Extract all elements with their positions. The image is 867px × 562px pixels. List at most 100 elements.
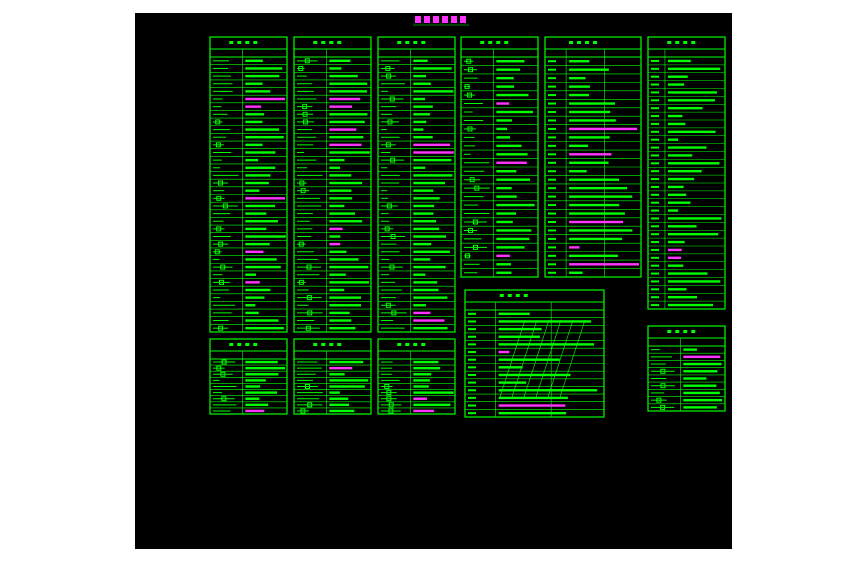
description-glyph <box>245 113 264 116</box>
description-glyph <box>667 232 719 236</box>
description-glyph <box>496 76 514 80</box>
header-glyph <box>245 343 250 346</box>
description-glyph <box>569 85 590 88</box>
description-glyph <box>329 319 352 322</box>
code-glyph <box>651 83 659 86</box>
code-glyph <box>651 107 659 110</box>
header-glyph <box>504 41 509 44</box>
legend-panels <box>209 36 726 418</box>
description-glyph <box>329 136 364 139</box>
description-glyph <box>413 220 436 223</box>
description-glyph <box>245 258 277 261</box>
description-glyph <box>667 138 679 141</box>
description-glyph <box>413 227 440 231</box>
header-glyph <box>253 41 258 44</box>
description-glyph <box>329 242 341 246</box>
description-glyph <box>245 235 286 238</box>
description-glyph <box>569 127 638 131</box>
description-glyph <box>569 136 610 139</box>
header-glyph <box>499 294 504 297</box>
description-glyph <box>329 204 345 208</box>
code-glyph <box>651 178 659 181</box>
legend-table-10 <box>464 289 605 418</box>
code-glyph <box>651 67 659 70</box>
code-glyph <box>651 91 659 94</box>
description-glyph <box>496 102 510 105</box>
description-glyph <box>329 326 356 330</box>
header-glyph <box>421 343 426 346</box>
description-glyph <box>569 144 589 148</box>
description-glyph <box>667 59 691 63</box>
header-glyph <box>683 330 688 333</box>
description-glyph <box>498 327 542 331</box>
description-glyph <box>245 373 279 376</box>
cad-viewport[interactable] <box>135 13 732 549</box>
description-glyph <box>667 201 691 204</box>
description-glyph <box>569 271 583 274</box>
description-glyph <box>496 93 529 97</box>
description-glyph <box>667 162 720 165</box>
header-glyph <box>675 41 680 44</box>
description-glyph <box>413 166 426 169</box>
header-glyph <box>675 330 680 333</box>
code-glyph <box>548 161 556 164</box>
description-glyph <box>667 114 683 118</box>
header-glyph <box>237 343 242 346</box>
description-glyph <box>329 90 367 93</box>
description-glyph <box>413 82 431 85</box>
code-glyph <box>548 136 556 139</box>
description-glyph <box>329 105 353 108</box>
description-glyph <box>413 90 454 93</box>
header-glyph <box>569 41 573 44</box>
header-glyph <box>337 343 342 346</box>
description-glyph <box>329 158 345 162</box>
description-glyph <box>569 195 633 198</box>
description-glyph <box>667 209 679 212</box>
description-glyph <box>683 377 707 380</box>
table-frame <box>209 36 288 333</box>
description-glyph <box>569 229 633 232</box>
table-frame <box>293 36 372 333</box>
description-glyph <box>329 197 353 200</box>
code-glyph <box>548 246 556 249</box>
code-glyph <box>651 264 659 267</box>
description-glyph <box>569 246 580 249</box>
header-glyph <box>321 41 326 44</box>
header-glyph <box>593 41 597 44</box>
code-glyph <box>548 195 556 198</box>
description-glyph <box>498 389 598 392</box>
description-glyph <box>413 235 447 238</box>
description-glyph <box>413 174 453 177</box>
description-glyph <box>667 67 721 71</box>
description-glyph <box>667 122 686 126</box>
description-glyph <box>667 185 684 189</box>
description-glyph <box>245 227 267 231</box>
code-glyph <box>651 122 659 125</box>
description-glyph <box>413 281 438 284</box>
header-glyph <box>496 41 501 44</box>
code-glyph <box>651 201 659 204</box>
description-glyph <box>329 391 340 394</box>
header-glyph <box>515 294 520 297</box>
description-glyph <box>329 265 369 269</box>
description-glyph <box>569 220 624 224</box>
code-glyph <box>468 366 476 369</box>
description-glyph <box>245 409 265 413</box>
header-glyph <box>413 41 418 44</box>
code-glyph <box>651 59 659 62</box>
description-glyph <box>329 311 350 315</box>
code-glyph <box>548 263 556 266</box>
description-glyph <box>496 110 533 114</box>
code-glyph <box>548 60 556 63</box>
header-glyph <box>253 343 258 346</box>
description-glyph <box>329 296 362 299</box>
code-glyph <box>548 204 556 207</box>
code-glyph <box>651 288 659 291</box>
description-glyph <box>413 379 430 382</box>
description-glyph <box>667 99 715 102</box>
description-glyph <box>569 68 609 71</box>
description-glyph <box>329 304 362 307</box>
description-glyph <box>496 85 514 88</box>
description-glyph <box>413 258 431 261</box>
description-glyph <box>667 177 695 181</box>
